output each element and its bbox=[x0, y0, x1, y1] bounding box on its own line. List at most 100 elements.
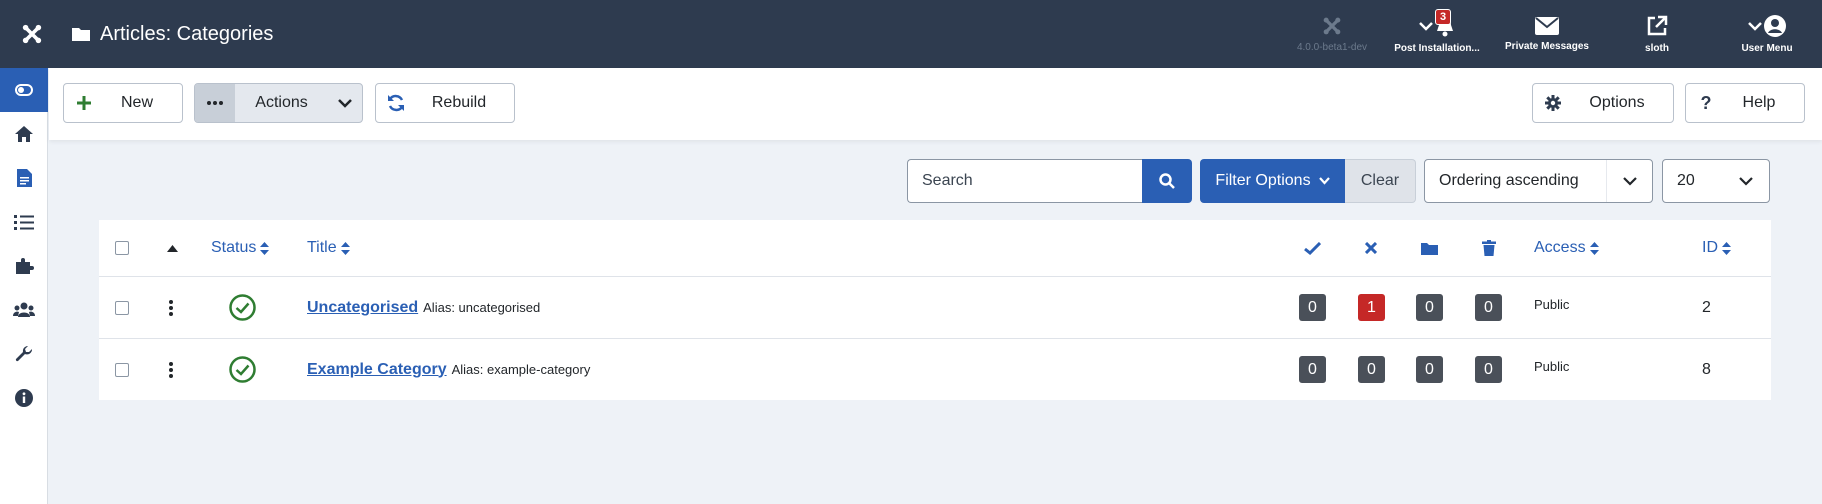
published-status-toggle[interactable] bbox=[229, 339, 256, 400]
sort-icon bbox=[1722, 241, 1731, 255]
new-button-label: New bbox=[120, 94, 153, 111]
envelope-icon bbox=[1535, 16, 1559, 35]
list-limit-select[interactable]: 20 bbox=[1662, 159, 1770, 203]
category-id: 8 bbox=[1702, 360, 1711, 378]
info-icon bbox=[15, 389, 33, 407]
access-level: Public bbox=[1534, 297, 1570, 312]
help-button-label: Help bbox=[1742, 94, 1776, 111]
table-row: Example Category Alias: example-category… bbox=[99, 339, 1771, 400]
sort-status-link[interactable]: Status bbox=[211, 239, 270, 257]
help-button[interactable]: ? Help bbox=[1685, 83, 1805, 123]
sidebar-item-users[interactable] bbox=[0, 288, 48, 332]
new-button[interactable]: New bbox=[63, 83, 183, 123]
published-items-check-icon bbox=[1304, 220, 1321, 276]
home-icon bbox=[15, 126, 33, 142]
post-installation-label: Post Installation... bbox=[1394, 42, 1480, 54]
caret-down-icon bbox=[1318, 177, 1330, 185]
select-all-checkbox[interactable] bbox=[115, 241, 129, 255]
sort-icon bbox=[260, 241, 270, 255]
user-menu[interactable]: User Menu bbox=[1712, 0, 1822, 68]
trashed-items-trash-icon bbox=[1482, 220, 1496, 276]
check-circle-icon bbox=[229, 294, 256, 321]
sidebar-item-help[interactable] bbox=[0, 376, 48, 420]
sort-icon bbox=[1589, 241, 1599, 255]
sort-icon bbox=[340, 241, 350, 255]
archived-count-badge[interactable]: 0 bbox=[1416, 356, 1443, 383]
published-count-badge[interactable]: 0 bbox=[1299, 294, 1326, 321]
published-count-badge[interactable]: 0 bbox=[1299, 356, 1326, 383]
categories-table: Status Title Access ID Uncategorised Ali… bbox=[99, 220, 1771, 400]
category-title-link[interactable]: Uncategorised bbox=[307, 299, 418, 317]
sort-title-link[interactable]: Title bbox=[307, 239, 350, 257]
search-button[interactable] bbox=[1142, 159, 1192, 203]
category-alias: Alias: uncategorised bbox=[423, 300, 541, 315]
clear-button[interactable]: Clear bbox=[1345, 159, 1416, 203]
row-checkbox[interactable] bbox=[115, 300, 129, 315]
title-header-label: Title bbox=[307, 239, 337, 256]
list-icon bbox=[14, 215, 34, 230]
folder-icon bbox=[72, 28, 90, 41]
joomla-version-icon bbox=[1323, 17, 1341, 34]
actions-dropdown[interactable]: Actions bbox=[194, 83, 363, 123]
archived-count-badge[interactable]: 0 bbox=[1416, 294, 1443, 321]
trashed-count-badge[interactable]: 0 bbox=[1475, 356, 1502, 383]
user-icon bbox=[1764, 14, 1786, 37]
unpublished-count-badge[interactable]: 1 bbox=[1358, 294, 1385, 321]
toolbar: New Actions Rebuild Options ? Help bbox=[49, 68, 1822, 140]
published-status-toggle[interactable] bbox=[229, 277, 256, 338]
sidebar-item-menus[interactable] bbox=[0, 200, 48, 244]
trashed-count-badge[interactable]: 0 bbox=[1475, 294, 1502, 321]
site-link[interactable]: sloth bbox=[1602, 0, 1712, 68]
category-alias: Alias: example-category bbox=[451, 362, 591, 377]
id-header-label: ID bbox=[1702, 239, 1718, 256]
ordering-select[interactable]: Ordering ascending bbox=[1424, 159, 1653, 203]
filter-options-button[interactable]: Filter Options bbox=[1200, 159, 1345, 203]
search-icon bbox=[1159, 173, 1175, 189]
rebuild-button-label: Rebuild bbox=[431, 94, 487, 111]
refresh-icon bbox=[376, 94, 416, 112]
chevron-down-icon bbox=[1723, 160, 1769, 202]
users-icon bbox=[13, 302, 35, 317]
sidebar-item-system[interactable] bbox=[0, 332, 48, 376]
rebuild-button[interactable]: Rebuild bbox=[375, 83, 515, 123]
drag-handle-icon[interactable] bbox=[169, 277, 173, 338]
user-menu-label: User Menu bbox=[1741, 42, 1793, 54]
page-title: Articles: Categories bbox=[72, 0, 273, 68]
unpublished-count-badge[interactable]: 0 bbox=[1358, 356, 1385, 383]
private-messages-link[interactable]: Private Messages bbox=[1492, 0, 1602, 68]
chevron-down-icon bbox=[1419, 21, 1433, 31]
filter-options-label: Filter Options bbox=[1215, 172, 1311, 189]
sidebar-item-components[interactable] bbox=[0, 244, 48, 288]
notification-badge: 3 bbox=[1435, 8, 1452, 25]
page-title-text: Articles: Categories bbox=[100, 22, 274, 45]
options-button[interactable]: Options bbox=[1532, 83, 1674, 123]
private-messages-label: Private Messages bbox=[1505, 40, 1589, 52]
row-checkbox[interactable] bbox=[115, 362, 129, 377]
sidebar-item-content[interactable] bbox=[0, 156, 48, 200]
ordering-sort-icon[interactable] bbox=[167, 220, 178, 276]
ellipsis-icon bbox=[195, 84, 235, 122]
drag-handle-icon[interactable] bbox=[169, 339, 173, 400]
chevron-down-icon bbox=[328, 98, 362, 108]
file-icon bbox=[16, 169, 32, 187]
toggle-menu-icon bbox=[15, 84, 33, 96]
chevron-down-icon bbox=[1606, 160, 1652, 202]
plus-icon bbox=[64, 96, 104, 110]
joomla-logo-icon[interactable] bbox=[0, 0, 64, 68]
sidebar-toggle[interactable] bbox=[0, 68, 48, 112]
chevron-down-icon bbox=[1748, 21, 1762, 31]
version-label: 4.0.0-beta1-dev bbox=[1296, 41, 1368, 53]
ordering-select-value: Ordering ascending bbox=[1439, 172, 1579, 189]
sidebar-item-home[interactable] bbox=[0, 112, 48, 156]
category-title-link[interactable]: Example Category bbox=[307, 361, 447, 379]
access-header-label: Access bbox=[1534, 239, 1586, 256]
sidebar bbox=[0, 68, 48, 504]
sort-access-link[interactable]: Access bbox=[1534, 239, 1599, 257]
list-limit-value: 20 bbox=[1677, 172, 1695, 189]
sort-id-link[interactable]: ID bbox=[1702, 239, 1731, 257]
post-installation-menu[interactable]: 3 Post Installation... bbox=[1382, 0, 1492, 68]
version-info: 4.0.0-beta1-dev bbox=[1282, 0, 1382, 68]
wrench-icon bbox=[15, 345, 33, 362]
search-input[interactable]: Search bbox=[907, 159, 1142, 203]
puzzle-icon bbox=[16, 258, 34, 274]
